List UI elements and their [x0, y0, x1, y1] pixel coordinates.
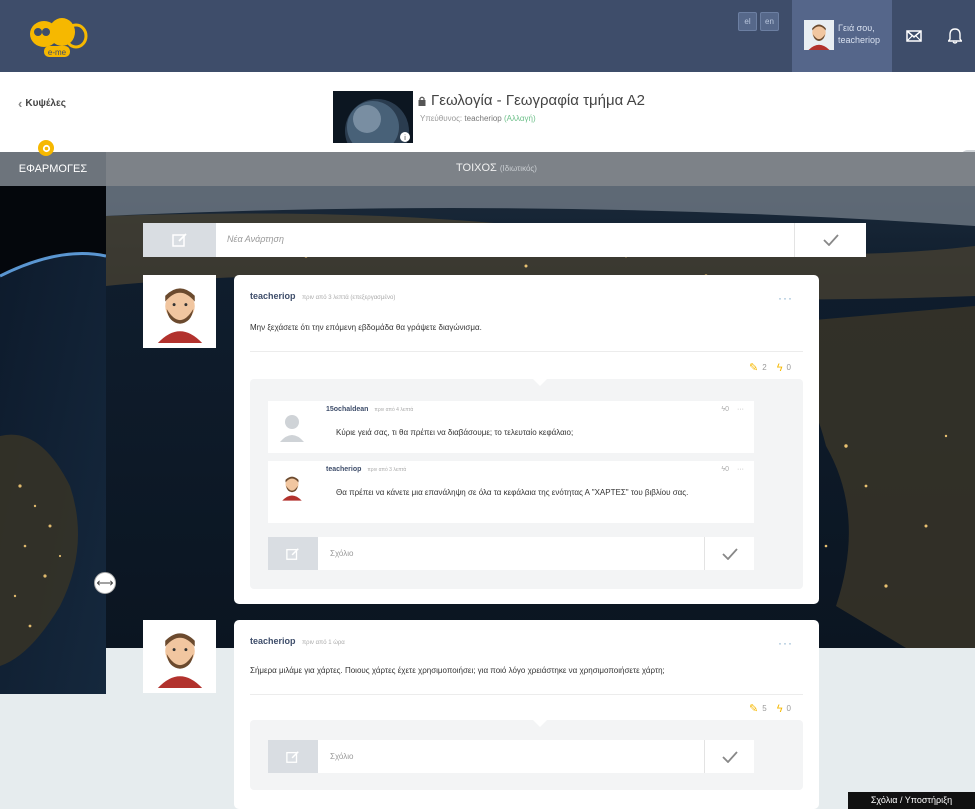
comment-input[interactable]: Σχόλιο — [330, 549, 353, 558]
edit-icon — [268, 537, 318, 570]
top-bar: e-me el en Γειά σου, teacheriop — [0, 0, 975, 72]
comment-author[interactable]: 15ochaldean πριν από 4 λεπτά — [326, 406, 413, 413]
notifications-button[interactable] — [935, 0, 975, 72]
apps-gear-icon[interactable] — [38, 140, 54, 156]
comment-input[interactable]: Σχόλιο — [330, 752, 353, 761]
like-bolt-icon[interactable]: ϟ — [777, 703, 783, 715]
messages-button[interactable] — [892, 0, 935, 72]
resize-handle-icon[interactable]: ⟷ — [94, 572, 116, 594]
post-stats: ✎ 5 ϟ 0 — [749, 702, 791, 716]
submit-post-button[interactable] — [794, 223, 866, 257]
user-avatar — [804, 20, 834, 50]
group-cover-image[interactable]: i — [333, 91, 413, 143]
post-stats: ✎ 2 ϟ 0 — [749, 361, 791, 375]
language-el[interactable]: el — [738, 12, 757, 31]
comment-author-name[interactable]: 15ochaldean — [326, 406, 368, 413]
like-count: 0 — [786, 363, 791, 372]
change-owner-link[interactable]: (Αλλαγή) — [504, 114, 536, 123]
bell-icon — [948, 28, 962, 44]
comments-icon[interactable]: ✎ — [749, 361, 758, 374]
post-author-avatar[interactable] — [143, 620, 216, 693]
e-me-logo[interactable]: e-me — [24, 12, 88, 60]
group-title: Γεωλογία - Γεωγραφία τμήμα Α2 — [418, 92, 645, 109]
new-post-bar: Νέα Ανάρτηση — [143, 223, 866, 257]
post-divider — [250, 694, 803, 695]
post-author-avatar[interactable] — [143, 275, 216, 348]
comment-input-bar: Σχόλιο — [268, 537, 754, 570]
comment-author-avatar[interactable] — [276, 471, 308, 503]
group-title-text: Γεωλογία - Γεωγραφία τμήμα Α2 — [431, 92, 645, 109]
comment-text: Κύριε γειά σας, τι θα πρέπει να διαβάσου… — [336, 428, 574, 437]
sidebar-earth-image — [0, 186, 107, 694]
group-owner: Υπεύθυνος: teacheriop (Αλλαγή) — [420, 114, 536, 123]
comment-like-count: 0 — [725, 466, 730, 473]
check-icon — [721, 547, 738, 560]
chevron-left-icon: ‹ — [18, 96, 23, 111]
comments-notch — [533, 379, 547, 386]
post-text: Μην ξεχάσετε ότι την επόμενη εβδομάδα θα… — [250, 323, 482, 332]
like-bolt-icon[interactable]: ϟ — [777, 362, 783, 374]
user-menu[interactable]: Γειά σου, teacheriop — [792, 0, 892, 72]
wall-title: ΤΟΙΧΟΣ (Ιδιωτικός) — [456, 162, 537, 174]
submit-comment-button[interactable] — [704, 537, 754, 570]
back-link[interactable]: ‹ Κυψέλες — [18, 96, 66, 111]
default-user-avatar-icon[interactable] — [276, 411, 308, 443]
post-card: teacheriop πριν από 1 ώρα ··· Σήμερα μιλ… — [234, 620, 819, 809]
comment-stats: ϟ0 ··· — [721, 466, 744, 473]
lock-icon — [418, 96, 426, 106]
post-menu-icon[interactable]: ··· — [778, 291, 793, 305]
comment-like-count: 0 — [725, 406, 730, 413]
comments-notch — [533, 720, 547, 727]
wall-privacy: (Ιδιωτικός) — [499, 164, 537, 173]
comments-icon[interactable]: ✎ — [749, 702, 758, 715]
post-time: πριν από 1 ώρα — [302, 640, 345, 646]
post-menu-icon[interactable]: ··· — [778, 636, 793, 650]
group-header: ‹ Κυψέλες i Γεωλογία - Γεωγραφία τμήμα Α… — [0, 72, 975, 198]
owner-label: Υπεύθυνος: — [420, 114, 463, 123]
comments-area: 15ochaldean πριν από 4 λεπτά ϟ0 ··· Κύρι… — [250, 379, 803, 589]
comment-menu-icon[interactable]: ··· — [737, 406, 744, 413]
comment-time: πριν από 4 λεπτά — [374, 407, 414, 413]
owner-name: teacheriop — [464, 114, 502, 123]
new-post-input[interactable]: Νέα Ανάρτηση — [227, 234, 284, 244]
greeting-text: Γειά σου, — [838, 23, 875, 33]
mail-icon — [905, 30, 922, 42]
logo-text: e-me — [48, 48, 67, 57]
check-icon — [721, 750, 738, 763]
post-time: πριν από 3 λεπτά (επεξεργασμένο) — [302, 295, 396, 301]
username-text: teacheriop — [838, 35, 881, 45]
check-icon — [822, 234, 839, 246]
comment-item: teacheriop πριν από 3 λεπτά ϟ0 ··· Θα πρ… — [268, 461, 754, 523]
submit-comment-button[interactable] — [704, 740, 754, 773]
post-text: Σήμερα μιλάμε για χάρτες. Ποιους χάρτες … — [250, 666, 665, 675]
comment-count: 5 — [762, 704, 767, 713]
edit-icon — [143, 223, 216, 257]
back-link-label: Κυψέλες — [25, 98, 66, 109]
comment-count: 2 — [762, 363, 767, 372]
feedback-support-tab[interactable]: Σχόλια / Υποστήριξη — [848, 792, 975, 809]
like-count: 0 — [786, 704, 791, 713]
post-card: teacheriop πριν από 3 λεπτά (επεξεργασμέ… — [234, 275, 819, 604]
comment-input-bar: Σχόλιο — [268, 740, 754, 773]
comment-author-name[interactable]: teacheriop — [326, 466, 361, 473]
user-greeting: Γειά σου, teacheriop — [838, 22, 880, 46]
comment-stats: ϟ0 ··· — [721, 406, 744, 413]
wall-header: ΕΦΑΡΜΟΓΕΣ ΤΟΙΧΟΣ (Ιδιωτικός) — [0, 152, 975, 186]
post-author[interactable]: teacheriop — [250, 291, 296, 301]
post-meta: teacheriop πριν από 3 λεπτά (επεξεργασμέ… — [250, 291, 395, 301]
comment-item: 15ochaldean πριν από 4 λεπτά ϟ0 ··· Κύρι… — [268, 401, 754, 453]
language-en[interactable]: en — [760, 12, 779, 31]
wall-title-text: ΤΟΙΧΟΣ — [456, 162, 497, 174]
apps-tab[interactable]: ΕΦΑΡΜΟΓΕΣ — [0, 152, 106, 186]
comment-author[interactable]: teacheriop πριν από 3 λεπτά — [326, 466, 406, 473]
comments-area: Σχόλιο — [250, 720, 803, 790]
edit-icon — [268, 740, 318, 773]
post-divider — [250, 351, 803, 352]
post-author[interactable]: teacheriop — [250, 636, 296, 646]
comment-menu-icon[interactable]: ··· — [737, 466, 744, 473]
comment-time: πριν από 3 λεπτά — [367, 467, 407, 473]
post-meta: teacheriop πριν από 1 ώρα — [250, 636, 345, 646]
comment-text: Θα πρέπει να κάνετε μια επανάληψη σε όλα… — [336, 488, 689, 497]
